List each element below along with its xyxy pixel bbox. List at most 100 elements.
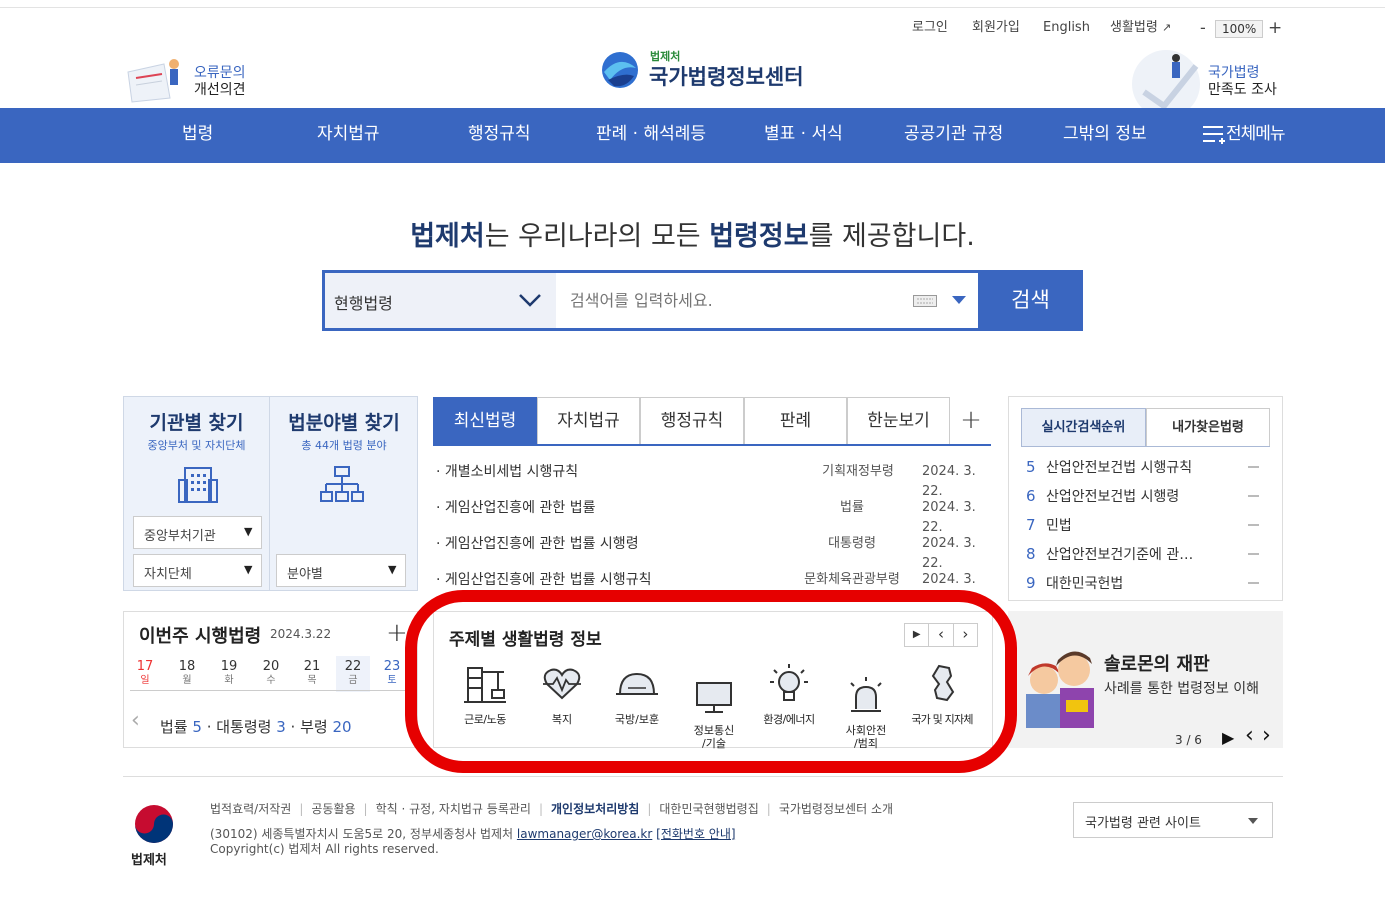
nav-other-info[interactable]: 그밖의 정보 xyxy=(1063,108,1147,163)
law-type: 법률 xyxy=(840,500,864,515)
ranking-item[interactable]: 7 민법 xyxy=(1026,515,1266,535)
life-law-link[interactable]: 생활법령 ↗ xyxy=(1110,18,1171,38)
count-ordinance-label[interactable]: 부령 xyxy=(300,718,328,736)
nav-forms[interactable]: 별표 · 서식 xyxy=(764,108,843,163)
field-finder-title[interactable]: 법분야별 찾기 xyxy=(270,408,418,435)
tab-more-button[interactable]: + xyxy=(950,397,992,445)
field-select[interactable]: 분야별 ▼ xyxy=(276,554,406,587)
search-input[interactable] xyxy=(560,276,900,324)
zoom-in-button[interactable]: + xyxy=(1268,18,1282,38)
ranking-item[interactable]: 9 대한민국헌법 xyxy=(1026,573,1266,593)
site-logo[interactable]: 법제처 국가법령정보센터 xyxy=(600,48,810,90)
nav-precedents[interactable]: 판례 · 해석례등 xyxy=(596,108,706,163)
rank-number: 9 xyxy=(1026,574,1036,592)
week-date: 2024.3.22 xyxy=(270,627,332,641)
day-mon[interactable]: 18 월 xyxy=(172,660,202,688)
count-decree-label[interactable]: 대통령령 xyxy=(216,718,271,736)
tab-realtime-ranking[interactable]: 실시간검색순위 xyxy=(1021,408,1146,447)
footer-link-registration[interactable]: 학칙 · 규정, 자치법규 등록관리 xyxy=(376,802,531,816)
count-law: 5 xyxy=(192,718,202,736)
tab-local-laws[interactable]: 자치법규 xyxy=(537,397,640,445)
zoom-out-button[interactable]: - xyxy=(1200,18,1206,38)
nav-all-menu[interactable]: 전체메뉴 xyxy=(1202,108,1286,163)
law-date: 2024. 3. 22. xyxy=(922,464,976,499)
law-title: · 게임산업진흥에 관한 법률 시행령 xyxy=(436,536,639,552)
related-sites-value: 국가법령 관련 사이트 xyxy=(1085,816,1201,831)
law-date: 2024. 3. 22. xyxy=(922,536,976,571)
all-menu-label: 전체메뉴 xyxy=(1226,124,1286,144)
week-counts: 법률 5 · 대통령령 3 · 부령 20 xyxy=(160,718,352,736)
chevron-down-icon xyxy=(519,294,541,307)
survey-label-2: 만족도 조사 xyxy=(1208,82,1277,98)
banner-page: 3 / 6 xyxy=(1175,733,1202,747)
org-select-local[interactable]: 자치단체 ▼ xyxy=(133,554,262,587)
list-item[interactable]: · 게임산업진흥에 관한 법률 시행령 대통령령 2024. 3. 22. xyxy=(436,534,991,571)
day-fri-selected[interactable]: 22 금 xyxy=(336,656,370,692)
list-item[interactable]: · 게임산업진흥에 관한 법률 법률 2024. 3. 22. xyxy=(436,498,991,535)
ranking-item[interactable]: 5 산업안전보건법 시행규칙 xyxy=(1026,457,1266,477)
ranking-item[interactable]: 6 산업안전보건법 시행령 xyxy=(1026,486,1266,506)
rank-number: 7 xyxy=(1026,516,1036,534)
day-number: 17 xyxy=(136,659,154,674)
footer-link-privacy[interactable]: 개인정보처리방침 xyxy=(551,802,639,816)
day-sat[interactable]: 23 토 xyxy=(380,660,404,688)
play-icon[interactable]: ▶ xyxy=(1222,728,1234,747)
footer-link-shared[interactable]: 공동활용 xyxy=(311,802,355,816)
search-button[interactable]: 검색 xyxy=(978,270,1083,331)
org-chart-icon xyxy=(320,466,364,502)
tab-my-laws[interactable]: 내가찾은법령 xyxy=(1146,408,1270,447)
rank-number: 6 xyxy=(1026,487,1036,505)
footer-email-link[interactable]: lawmanager@korea.kr xyxy=(517,827,652,841)
dropdown-triangle-icon[interactable] xyxy=(952,296,966,305)
day-tue[interactable]: 19 화 xyxy=(214,660,244,688)
related-sites-select[interactable]: 국가법령 관련 사이트 xyxy=(1073,802,1273,838)
rank-title: 대한민국헌법 xyxy=(1046,576,1124,592)
nav-public-rules[interactable]: 공공기관 규정 xyxy=(904,108,1003,163)
english-link[interactable]: English xyxy=(1043,18,1090,38)
count-law-label[interactable]: 법률 xyxy=(160,718,188,736)
tab-admin-rules[interactable]: 행정규칙 xyxy=(640,397,744,445)
week-prev-arrow-icon[interactable]: ‹ xyxy=(131,708,140,733)
slogan-bold-2: 법령정보 xyxy=(709,221,809,252)
survey-illustration-icon xyxy=(1132,50,1200,108)
footer-phone-link[interactable]: [전화번호 안내] xyxy=(656,827,735,841)
day-number: 23 xyxy=(383,660,401,674)
slogan-bold-1: 법제처 xyxy=(410,221,485,252)
footer-link-collection[interactable]: 대한민국현행법령집 xyxy=(659,802,758,816)
keyboard-icon[interactable] xyxy=(913,295,937,307)
law-title: · 게임산업진흥에 관한 법률 xyxy=(436,500,596,516)
day-number: 18 xyxy=(178,659,196,674)
feedback-link[interactable]: 오류문의 개선의견 xyxy=(124,52,254,104)
day-weekday: 토 xyxy=(387,675,397,686)
list-item[interactable]: · 개별소비세법 시행규칙 기획재정부령 2024. 3. 22. xyxy=(436,462,991,499)
caret-down-icon xyxy=(1248,818,1258,824)
nav-admin-rules[interactable]: 행정규칙 xyxy=(468,108,531,163)
signup-link[interactable]: 회원가입 xyxy=(972,18,1020,38)
nav-local-laws[interactable]: 자치법규 xyxy=(317,108,380,163)
survey-link[interactable]: 국가법령 만족도 조사 xyxy=(1130,50,1285,108)
org-select-central[interactable]: 중앙부처기관 ▼ xyxy=(133,516,262,549)
nav-laws[interactable]: 법령 xyxy=(182,108,213,163)
rank-title: 산업안전보건기준에 관… xyxy=(1046,547,1194,563)
top-divider xyxy=(0,7,1385,8)
day-thu[interactable]: 21 목 xyxy=(297,660,327,688)
chevron-right-icon[interactable]: › xyxy=(1262,725,1271,747)
list-item[interactable]: · 게임산업진흥에 관한 법률 시행규칙 문화체육관광부령 2024. 3. 22. xyxy=(436,570,991,590)
footer-link-copyright[interactable]: 법적효력/저작권 xyxy=(210,802,291,816)
tab-precedents[interactable]: 판례 xyxy=(744,397,847,445)
footer-link-about[interactable]: 국가법령정보센터 소개 xyxy=(779,802,893,816)
tab-latest-laws[interactable]: 최신법령 xyxy=(433,397,537,445)
tab-overview[interactable]: 한눈보기 xyxy=(847,397,950,445)
login-link[interactable]: 로그인 xyxy=(912,18,948,38)
org-finder-title[interactable]: 기관별 찾기 xyxy=(123,408,270,435)
day-sun[interactable]: 17 일 xyxy=(130,660,160,688)
menu-icon xyxy=(1203,126,1225,144)
chevron-left-icon[interactable]: ‹ xyxy=(1245,725,1254,747)
ranking-item[interactable]: 8 산업안전보건기준에 관… xyxy=(1026,544,1266,564)
count-decree: 3 xyxy=(276,718,286,736)
search-category-select[interactable]: 현행법령 xyxy=(325,273,556,328)
day-number: 19 xyxy=(220,659,238,674)
day-number: 21 xyxy=(303,659,321,674)
day-wed[interactable]: 20 수 xyxy=(256,660,286,688)
banner-title: 솔로몬의 재판 xyxy=(1104,654,1210,675)
